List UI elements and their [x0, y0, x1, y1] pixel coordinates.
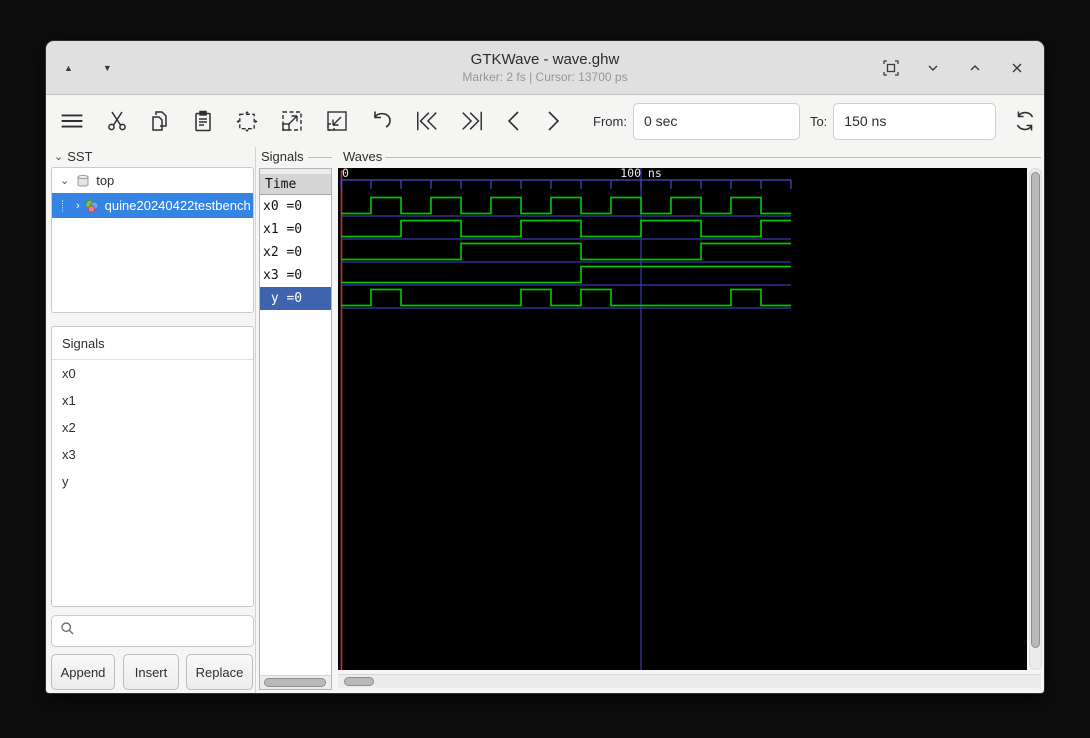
signals-column: Time x0 =0 x1 =0 x2 =0 x3 =0 y =0: [259, 168, 332, 690]
undo-icon[interactable]: [370, 108, 394, 134]
chevron-down-icon: ⌄: [54, 151, 64, 163]
minimize-icon[interactable]: [924, 59, 942, 77]
goto-start-icon[interactable]: [415, 108, 439, 134]
signals-list-panel: Signals x0 x1 x2 x3 y: [51, 326, 254, 607]
waves-hscrollbar[interactable]: [338, 674, 1041, 688]
signal-value-row[interactable]: x0 =0: [260, 195, 331, 218]
sst-header-label: SST: [67, 149, 93, 164]
reload-icon[interactable]: [1012, 107, 1038, 135]
scrollbar-thumb[interactable]: [344, 677, 374, 686]
sst-expander[interactable]: ⌄ SST: [54, 149, 93, 164]
tree-item-top[interactable]: ⌄ top: [52, 168, 253, 193]
svg-text:100 ns: 100 ns: [620, 168, 662, 180]
signals-column-hscrollbar[interactable]: [260, 675, 331, 689]
waveform-plot: 0 100 ns: [340, 166, 792, 670]
maximize-icon[interactable]: [966, 59, 984, 77]
signal-list-item[interactable]: x0: [52, 360, 253, 387]
signal-value-row[interactable]: x2 =0: [260, 241, 331, 264]
process-icon: [84, 198, 100, 214]
waves-frame-label: Waves: [343, 149, 383, 164]
svg-text:0: 0: [342, 168, 349, 180]
toolbar: From: To:: [46, 95, 1044, 147]
insert-button[interactable]: Insert: [123, 654, 179, 690]
chevron-right-icon[interactable]: ›: [76, 200, 80, 212]
waveform-trace-x3: [341, 265, 791, 284]
signal-search[interactable]: [51, 615, 257, 647]
shade-up-button[interactable]: ▲: [60, 59, 77, 77]
signals-list: x0 x1 x2 x3 y: [52, 360, 253, 495]
panel-splitter[interactable]: [255, 147, 256, 693]
cut-icon[interactable]: [106, 108, 128, 134]
zoom-in-icon[interactable]: [280, 108, 304, 134]
sst-tree: ⌄ top › quine20240422testbench: [51, 167, 254, 313]
frame-line: [308, 157, 332, 158]
signal-value-row[interactable]: x1 =0: [260, 218, 331, 241]
tree-indent-guide: [62, 199, 76, 212]
titlebar: ▲ ▼ GTKWave - wave.ghw Marker: 2 fs | Cu…: [46, 41, 1044, 95]
from-input[interactable]: [632, 102, 800, 140]
search-icon: [60, 621, 75, 641]
fullscreen-icon[interactable]: [882, 59, 900, 77]
zoom-out-icon[interactable]: [325, 108, 349, 134]
from-label: From:: [593, 113, 627, 129]
waveform-trace-x2: [341, 242, 791, 261]
signal-list-item[interactable]: y: [52, 468, 253, 495]
signal-value-row[interactable]: x3 =0: [260, 264, 331, 287]
scrollbar-thumb[interactable]: [264, 678, 326, 687]
copy-icon[interactable]: [149, 108, 171, 134]
main-area: ⌄ SST ⌄ top › quine20240422testbench Sig…: [46, 147, 1044, 693]
waveform-trace-x0: [341, 196, 791, 215]
waves-vscrollbar[interactable]: [1029, 168, 1042, 670]
tree-item-label: quine20240422testbench: [104, 198, 251, 213]
paste-icon[interactable]: [192, 108, 214, 134]
signal-list-item[interactable]: x2: [52, 414, 253, 441]
to-input[interactable]: [833, 102, 997, 140]
shade-down-button[interactable]: ▼: [99, 59, 116, 77]
append-button[interactable]: Append: [51, 654, 115, 690]
waveform-trace-y: [341, 288, 791, 307]
to-label: To:: [809, 113, 828, 129]
signal-value-rows: x0 =0 x1 =0 x2 =0 x3 =0 y =0: [260, 195, 331, 310]
replace-button[interactable]: Replace: [186, 654, 253, 690]
signals-column-frame-label: Signals: [261, 149, 308, 164]
signal-list-item[interactable]: x3: [52, 441, 253, 468]
frame-line: [385, 157, 1041, 158]
step-left-icon[interactable]: [505, 108, 523, 134]
wave-canvas[interactable]: 0 100 ns: [338, 166, 1027, 670]
tree-item-label: top: [96, 173, 115, 188]
step-right-icon[interactable]: [544, 108, 562, 134]
signal-value-row[interactable]: y =0: [260, 287, 331, 310]
waveform-trace-x1: [341, 219, 791, 238]
signals-list-header: Signals: [52, 327, 253, 360]
menu-icon[interactable]: [60, 108, 84, 134]
search-input[interactable]: [81, 623, 257, 639]
scrollbar-thumb[interactable]: [1031, 172, 1040, 648]
zoom-fit-icon[interactable]: [235, 108, 259, 134]
chevron-down-icon[interactable]: ⌄: [60, 174, 69, 187]
gtkwave-window: ▲ ▼ GTKWave - wave.ghw Marker: 2 fs | Cu…: [45, 40, 1045, 694]
signal-list-item[interactable]: x1: [52, 387, 253, 414]
close-icon[interactable]: [1008, 59, 1026, 77]
module-icon: [75, 173, 91, 189]
column-filler: [260, 310, 331, 675]
tree-item-testbench[interactable]: › quine20240422testbench: [52, 193, 253, 218]
time-column-header[interactable]: Time: [260, 173, 331, 195]
goto-end-icon[interactable]: [460, 108, 484, 134]
